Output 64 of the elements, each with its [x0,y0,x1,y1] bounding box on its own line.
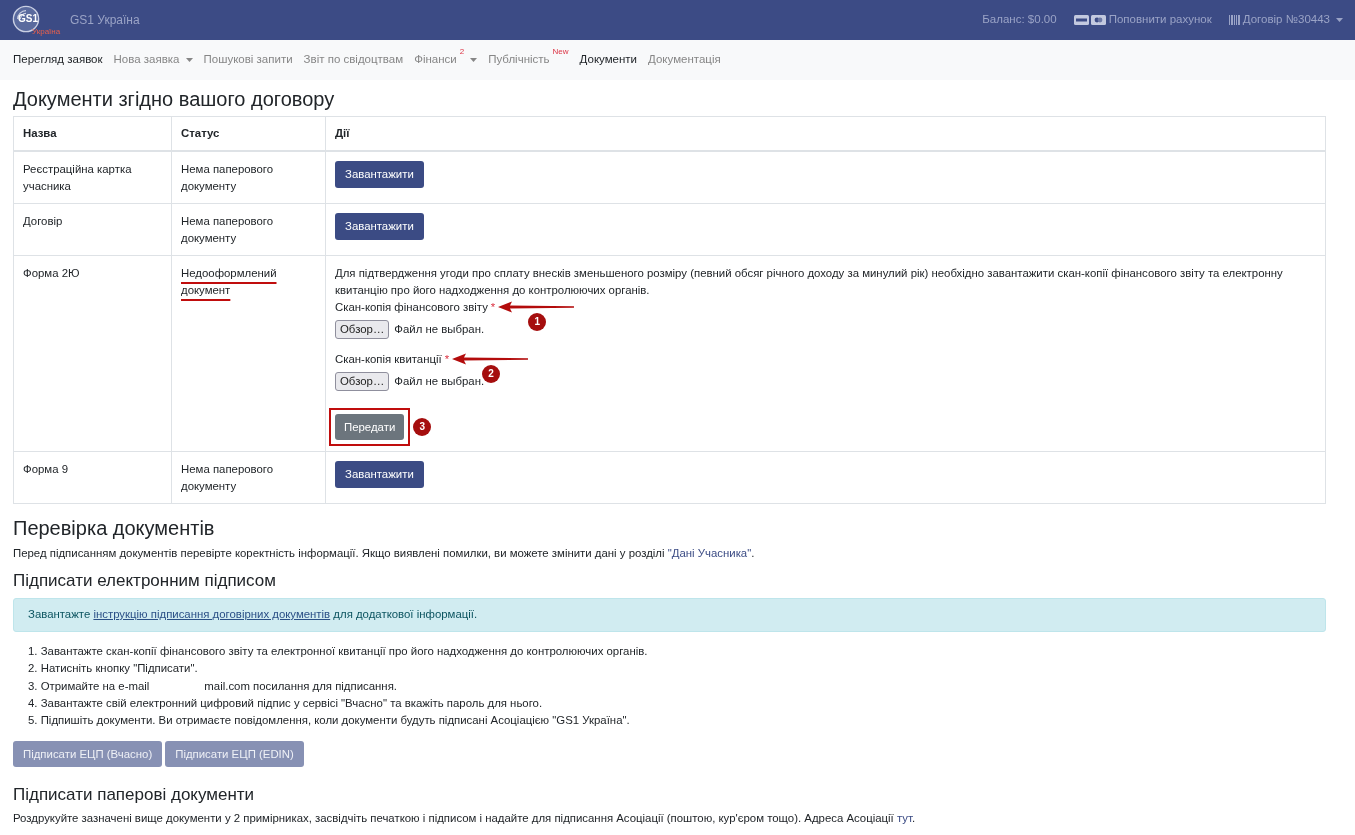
paragraph: Роздрукуйте зазначені вище документи у 2 примірниках, засвідчіть печаткою і підписом і надайте для підписання Асоціації (поштою, кур'єром тощо). Адреса Асоціації тут. [13,811,917,827]
menu-item[interactable]: Документи [574,51,643,69]
list-item-text: mail.com посилання для підписання. [204,678,397,694]
link[interactable]: "Дані Учасника" [667,547,752,559]
file-status-text: Файл не выбран. [394,322,485,337]
badge-label: New [552,48,569,57]
list-item-text: 1. Завантажте скан-копії фінансового звіту та електронної квитанції про його надходження до контролюючих органів. [28,644,648,659]
list-item-text: 4. Завантажте свій електронний цифровий підпис у сервісі "Вчасно" та вкажіть пароль для нього. [28,695,543,711]
table-cell: Форма 9 [13,451,172,504]
field-label: Скан-копія квитанції [335,352,442,367]
step-marker: 1 [528,313,547,331]
menu-item[interactable]: Перегляд заявок [8,51,108,69]
section-heading: Перевірка документів [13,516,216,540]
badge-label: 2 [459,48,465,57]
menu-item[interactable]: Нова заявка [108,51,198,69]
column-header: Дії [325,116,1326,151]
menu-item[interactable]: Фінанси $^{2}$ [409,51,483,69]
download-button[interactable]: Завантажити [335,213,424,240]
barcode-icon [1228,15,1240,25]
download-button[interactable]: Завантажити [335,461,424,488]
table-cell: Недооформлений документ [171,255,326,452]
required-asterisk: * [444,352,450,367]
table-cell: Нема паперового документу [171,451,326,504]
table-cell: Нема паперового документу [171,203,326,256]
column-header: Назва [13,116,172,151]
arrow-icon [498,301,575,313]
page-title: Документи згідно вашого договору [13,87,336,111]
alert-text: Завантажте інструкцію підписання договірних документів для додаткової інформації. [28,607,478,623]
description-text: Для підтвердження угоди про сплату внесків зменьшеного розміру (певний обсяг річного доходу за минулий рік) необхідно завантажити скан-копії фінансового звіту та електронну квитанцію про його надходження до контролюючих органів. [335,266,1284,298]
file-status-text: Файл не выбран. [394,374,485,389]
table-cell: Форма 2Ю [13,255,172,452]
browse-button[interactable]: Обзор… [335,372,390,391]
menu-item[interactable]: Пошукові запити [198,51,298,69]
required-asterisk: * [490,300,496,315]
list-item-text: 2. Натисніть кнопку "Підписати". [28,661,198,677]
contract-dropdown[interactable]: Договір №30443 [1228,11,1343,29]
arrow-icon [452,353,529,365]
list-item-text: 3. Отримайте на e-mail [28,678,150,694]
list-item-text: 5. Підпишіть документи. Ви отримаєте повідомлення, коли документи будуть підписані Асоціацією "GS1 Україна". [28,713,630,729]
table-cell: Договір [13,203,172,256]
table-cell: Нема паперового документу [171,151,326,204]
logo[interactable]: GS1 Україна [12,4,68,36]
step-marker: 3 [413,418,432,436]
paragraph: Перед підписанням документів перевірте коректність інформації. Якщо виявлені помилки, ви можете змінити дані у розділі "Дані Учасника". [13,546,756,561]
column-header: Статус [171,116,326,151]
credit-card-icon [1090,15,1106,25]
section-heading: Підписати паперові документи [13,784,256,806]
section-heading: Підписати електронним підписом [13,570,277,591]
bank-card-icon [1073,15,1089,25]
menu-item[interactable]: Документація [643,51,726,69]
caret-icon [1336,18,1343,22]
top-up-link[interactable]: Поповнити рахунок [1073,11,1212,29]
table-cell: Реєстраційна картка учасника [13,151,172,204]
link[interactable]: тут [896,812,912,825]
balance-link[interactable]: Баланс: $0.00 [982,11,1057,29]
download-button[interactable]: Завантажити [335,161,424,188]
link[interactable]: інструкцію підписання договірних документів [93,608,331,621]
step-marker: 2 [482,365,501,383]
menu-item[interactable]: Публічність $^{New}$ [483,51,574,69]
menu-item[interactable]: Звіт по свідоцтвам [298,51,409,69]
submit-button[interactable]: Передати [335,414,405,440]
browse-button[interactable]: Обзор… [335,320,390,339]
brand-link[interactable]: GS1 Україна [70,11,140,29]
field-label: Скан-копія фінансового звіту [335,300,488,315]
